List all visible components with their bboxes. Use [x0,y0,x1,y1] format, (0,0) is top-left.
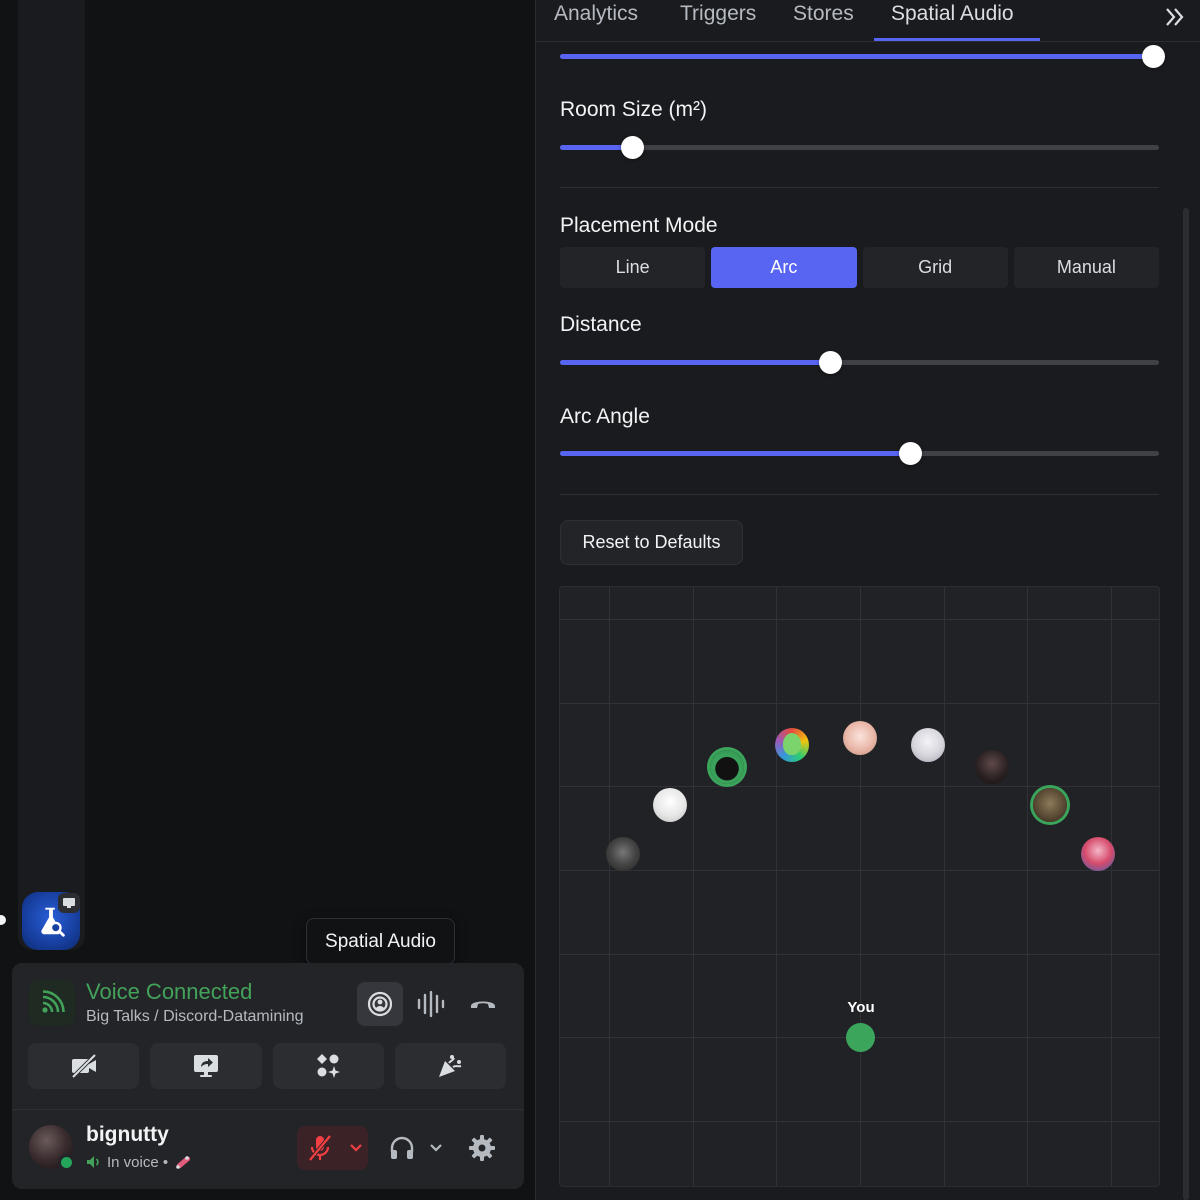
disconnect-button[interactable] [460,982,506,1026]
voice-actions [28,1043,506,1089]
voice-panel: Voice Connected Big Talks / Discord-Data… [12,963,524,1189]
activities-button[interactable] [272,1043,384,1089]
chevron-down-icon [430,1144,442,1152]
section-divider [560,494,1159,495]
username[interactable]: bignutty [86,1123,169,1147]
tab-spatial-audio[interactable]: Spatial Audio [891,2,1014,26]
participant-avatar[interactable] [710,750,744,784]
app-root: Spatial Audio Voice Connected Big Talks … [0,0,1200,1200]
slider-fill [560,360,830,365]
grid-line [944,587,945,1186]
plugin-settings-panel: Analytics Triggers Stores Spatial Audio … [535,0,1200,1200]
slider-thumb[interactable] [1142,45,1165,68]
distance-slider[interactable] [560,351,1159,374]
scrollbar[interactable] [1183,208,1189,1200]
connection-signal-icon[interactable] [29,980,75,1026]
tab-bar: Analytics Triggers Stores Spatial Audio [536,0,1200,42]
soundwave-icon [417,991,445,1017]
gear-icon [469,1135,495,1161]
grid-line [693,587,694,1186]
more-tabs-button[interactable] [1164,0,1186,35]
participant-avatar[interactable] [975,750,1009,784]
grid-line [776,587,777,1186]
arc-angle-label: Arc Angle [560,405,650,428]
microphone-muted-icon [308,1134,332,1162]
online-status-icon [58,1154,75,1171]
deafen-button[interactable] [384,1126,420,1170]
participant-avatar[interactable] [843,721,877,755]
participant-avatar[interactable] [653,788,687,822]
you-label: You [847,999,875,1016]
grid-line [1027,587,1028,1186]
participant-avatar[interactable] [1033,788,1067,822]
slider-thumb[interactable] [899,442,923,465]
party-popper-icon [439,1055,462,1077]
active-tab-indicator [874,38,1040,41]
soundboard-button[interactable] [394,1043,506,1089]
section-divider [560,187,1159,188]
listener-position-marker[interactable] [846,1023,875,1052]
grid-line [860,587,861,1186]
top-slider[interactable] [560,45,1165,68]
alien-face-icon [783,733,801,755]
room-size-slider[interactable] [560,136,1159,159]
spatial-audio-icon [367,991,393,1017]
mute-control [297,1126,368,1170]
slider-thumb[interactable] [620,136,644,159]
slider-fill [560,54,1153,59]
spatial-audio-button[interactable] [357,982,403,1026]
hang-up-icon [471,1001,495,1008]
mode-line-button[interactable]: Line [560,247,706,288]
panel-divider [12,1109,524,1110]
speaker-icon [87,1156,99,1168]
participant-avatar[interactable] [1081,837,1115,871]
user-activity: In voice • [86,1152,193,1172]
slider-thumb[interactable] [818,351,842,374]
camera-button[interactable] [28,1043,140,1089]
voice-channel-name[interactable]: Big Talks / Discord-Datamining [86,1008,304,1026]
noise-suppression-button[interactable] [408,982,454,1026]
voice-status[interactable]: Voice Connected [86,979,252,1005]
mic-options-button[interactable] [343,1126,368,1170]
audio-options-button[interactable] [424,1126,448,1170]
mode-grid-button[interactable]: Grid [862,247,1008,288]
user-activity-text: In voice • [107,1153,169,1171]
tab-analytics[interactable]: Analytics [554,2,638,26]
participant-avatar[interactable] [775,728,809,762]
skateboard-icon [176,1156,191,1169]
mute-button[interactable] [297,1126,343,1170]
room-size-label: Room Size (m²) [560,98,708,121]
arc-angle-slider[interactable] [560,442,1159,465]
headphones-icon [390,1136,414,1159]
screen-share-icon [193,1055,218,1077]
participant-avatar[interactable] [606,837,640,871]
camera-off-icon [71,1053,97,1079]
screen-share-button[interactable] [150,1043,262,1089]
reset-to-defaults-button[interactable]: Reset to Defaults [560,520,743,565]
grid-line [609,587,610,1186]
activities-icon [317,1054,341,1078]
user-settings-button[interactable] [464,1126,500,1170]
mode-arc-button[interactable]: Arc [711,247,857,288]
tab-stores[interactable]: Stores [793,2,854,26]
grid-line [1111,587,1112,1186]
mode-manual-button[interactable]: Manual [1013,247,1159,288]
chevron-double-right-icon [1166,8,1184,26]
placement-mode-selector: Line Arc Grid Manual [560,247,1159,288]
screen-share-badge-icon [58,893,80,913]
slider-fill [560,451,911,456]
distance-label: Distance [560,313,642,336]
spatial-audio-tooltip: Spatial Audio [306,918,455,965]
spatial-canvas[interactable]: You [559,586,1160,1187]
participant-avatar[interactable] [911,728,945,762]
placement-mode-label: Placement Mode [560,214,718,237]
tab-triggers[interactable]: Triggers [680,2,756,26]
chevron-down-icon [349,1144,362,1152]
server-list [18,0,85,950]
